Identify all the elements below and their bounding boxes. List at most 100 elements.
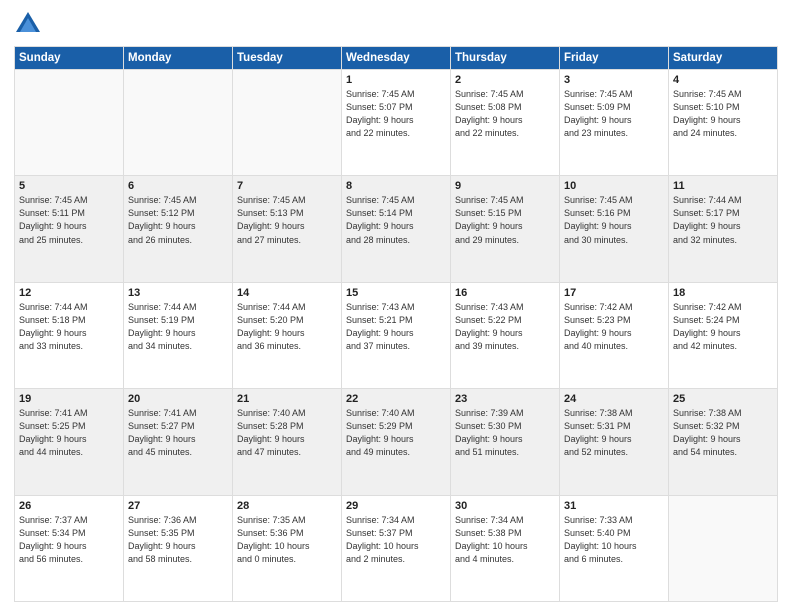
day-info: Sunrise: 7:45 AM Sunset: 5:08 PM Dayligh… [455, 88, 555, 140]
day-info: Sunrise: 7:38 AM Sunset: 5:31 PM Dayligh… [564, 407, 664, 459]
calendar-week-row: 5 Sunrise: 7:45 AM Sunset: 5:11 PM Daylig… [15, 176, 778, 282]
page: SundayMondayTuesdayWednesdayThursdayFrid… [0, 0, 792, 612]
calendar-cell: 17Sunrise: 7:42 AM Sunset: 5:23 PM Dayli… [560, 282, 669, 388]
day-info: Sunrise: 7:45 AM Sunset: 5:12 PM Dayligh… [128, 194, 228, 246]
day-number: 15 [346, 287, 446, 299]
day-info: Sunrise: 7:45 AM Sunset: 5:16 PM Dayligh… [564, 194, 664, 246]
weekday-header-friday: Friday [560, 47, 669, 70]
day-info: Sunrise: 7:42 AM Sunset: 5:24 PM Dayligh… [673, 301, 773, 353]
calendar-cell: 21 Sunrise: 7:40 AM Sunset: 5:28 PM Dayli… [233, 389, 342, 495]
calendar-cell: 31Sunrise: 7:33 AM Sunset: 5:40 PM Dayli… [560, 495, 669, 601]
day-number: 14 [237, 287, 337, 299]
weekday-header-wednesday: Wednesday [342, 47, 451, 70]
calendar-week-row: 26 Sunrise: 7:37 AM Sunset: 5:34 PM Dayli… [15, 495, 778, 601]
day-number: 2 [455, 74, 555, 86]
calendar-cell: 8 Sunrise: 7:45 AM Sunset: 5:14 PM Daylig… [342, 176, 451, 282]
day-number: 8 [346, 180, 446, 192]
calendar-cell: 1 Sunrise: 7:45 AM Sunset: 5:07 PM Daylig… [342, 70, 451, 176]
calendar-cell: 10 Sunrise: 7:45 AM Sunset: 5:16 PM Dayli… [560, 176, 669, 282]
calendar-cell: 6 Sunrise: 7:45 AM Sunset: 5:12 PM Daylig… [124, 176, 233, 282]
day-info: Sunrise: 7:45 AM Sunset: 5:11 PM Dayligh… [19, 194, 119, 246]
day-info: Sunrise: 7:41 AM Sunset: 5:25 PM Dayligh… [19, 407, 119, 459]
calendar-cell: 16 Sunrise: 7:43 AM Sunset: 5:22 PM Dayli… [451, 282, 560, 388]
calendar-week-row: 1 Sunrise: 7:45 AM Sunset: 5:07 PM Daylig… [15, 70, 778, 176]
day-number: 18 [673, 287, 773, 299]
calendar-cell: 29Sunrise: 7:34 AM Sunset: 5:37 PM Dayli… [342, 495, 451, 601]
calendar-cell: 26 Sunrise: 7:37 AM Sunset: 5:34 PM Dayli… [15, 495, 124, 601]
calendar-cell: 22 Sunrise: 7:40 AM Sunset: 5:29 PM Dayli… [342, 389, 451, 495]
day-info: Sunrise: 7:35 AM Sunset: 5:36 PM Dayligh… [237, 514, 337, 566]
day-info: Sunrise: 7:37 AM Sunset: 5:34 PM Dayligh… [19, 514, 119, 566]
day-number: 16 [455, 287, 555, 299]
day-number: 27 [128, 500, 228, 512]
weekday-header-thursday: Thursday [451, 47, 560, 70]
day-number: 21 [237, 393, 337, 405]
day-info: Sunrise: 7:40 AM Sunset: 5:28 PM Dayligh… [237, 407, 337, 459]
day-info: Sunrise: 7:38 AM Sunset: 5:32 PM Dayligh… [673, 407, 773, 459]
day-info: Sunrise: 7:42 AM Sunset: 5:23 PM Dayligh… [564, 301, 664, 353]
calendar-cell: 23 Sunrise: 7:39 AM Sunset: 5:30 PM Dayli… [451, 389, 560, 495]
calendar-cell: 14 Sunrise: 7:44 AM Sunset: 5:20 PM Dayli… [233, 282, 342, 388]
day-number: 20 [128, 393, 228, 405]
weekday-header-saturday: Saturday [669, 47, 778, 70]
calendar-cell: 25 Sunrise: 7:38 AM Sunset: 5:32 PM Dayli… [669, 389, 778, 495]
day-info: Sunrise: 7:45 AM Sunset: 5:13 PM Dayligh… [237, 194, 337, 246]
day-number: 9 [455, 180, 555, 192]
day-info: Sunrise: 7:36 AM Sunset: 5:35 PM Dayligh… [128, 514, 228, 566]
header [14, 10, 778, 38]
calendar-week-row: 19 Sunrise: 7:41 AM Sunset: 5:25 PM Dayli… [15, 389, 778, 495]
calendar-cell: 4Sunrise: 7:45 AM Sunset: 5:10 PM Daylig… [669, 70, 778, 176]
day-number: 3 [564, 74, 664, 86]
day-info: Sunrise: 7:45 AM Sunset: 5:07 PM Dayligh… [346, 88, 446, 140]
day-info: Sunrise: 7:44 AM Sunset: 5:19 PM Dayligh… [128, 301, 228, 353]
day-info: Sunrise: 7:44 AM Sunset: 5:17 PM Dayligh… [673, 194, 773, 246]
day-info: Sunrise: 7:40 AM Sunset: 5:29 PM Dayligh… [346, 407, 446, 459]
calendar-cell: 15 Sunrise: 7:43 AM Sunset: 5:21 PM Dayli… [342, 282, 451, 388]
day-info: Sunrise: 7:43 AM Sunset: 5:22 PM Dayligh… [455, 301, 555, 353]
day-number: 31 [564, 500, 664, 512]
day-info: Sunrise: 7:34 AM Sunset: 5:38 PM Dayligh… [455, 514, 555, 566]
calendar-cell: 9Sunrise: 7:45 AM Sunset: 5:15 PM Daylig… [451, 176, 560, 282]
calendar-cell: 5 Sunrise: 7:45 AM Sunset: 5:11 PM Daylig… [15, 176, 124, 282]
calendar-cell [124, 70, 233, 176]
day-number: 6 [128, 180, 228, 192]
day-info: Sunrise: 7:41 AM Sunset: 5:27 PM Dayligh… [128, 407, 228, 459]
calendar-cell: 11Sunrise: 7:44 AM Sunset: 5:17 PM Dayli… [669, 176, 778, 282]
calendar-cell: 24Sunrise: 7:38 AM Sunset: 5:31 PM Dayli… [560, 389, 669, 495]
day-number: 30 [455, 500, 555, 512]
calendar-cell: 28 Sunrise: 7:35 AM Sunset: 5:36 PM Dayli… [233, 495, 342, 601]
calendar-cell: 7Sunrise: 7:45 AM Sunset: 5:13 PM Daylig… [233, 176, 342, 282]
calendar-cell: 13 Sunrise: 7:44 AM Sunset: 5:19 PM Dayli… [124, 282, 233, 388]
day-number: 26 [19, 500, 119, 512]
weekday-header-sunday: Sunday [15, 47, 124, 70]
day-info: Sunrise: 7:45 AM Sunset: 5:14 PM Dayligh… [346, 194, 446, 246]
weekday-header-monday: Monday [124, 47, 233, 70]
day-number: 1 [346, 74, 446, 86]
day-number: 28 [237, 500, 337, 512]
weekday-header-row: SundayMondayTuesdayWednesdayThursdayFrid… [15, 47, 778, 70]
weekday-header-tuesday: Tuesday [233, 47, 342, 70]
calendar-cell: 30 Sunrise: 7:34 AM Sunset: 5:38 PM Dayli… [451, 495, 560, 601]
calendar-body: 1 Sunrise: 7:45 AM Sunset: 5:07 PM Daylig… [15, 70, 778, 602]
day-number: 22 [346, 393, 446, 405]
calendar-week-row: 12Sunrise: 7:44 AM Sunset: 5:18 PM Dayli… [15, 282, 778, 388]
calendar-cell: 27 Sunrise: 7:36 AM Sunset: 5:35 PM Dayli… [124, 495, 233, 601]
day-number: 13 [128, 287, 228, 299]
day-info: Sunrise: 7:43 AM Sunset: 5:21 PM Dayligh… [346, 301, 446, 353]
day-number: 5 [19, 180, 119, 192]
day-number: 10 [564, 180, 664, 192]
day-number: 12 [19, 287, 119, 299]
day-number: 25 [673, 393, 773, 405]
day-info: Sunrise: 7:34 AM Sunset: 5:37 PM Dayligh… [346, 514, 446, 566]
day-number: 23 [455, 393, 555, 405]
calendar-cell: 2 Sunrise: 7:45 AM Sunset: 5:08 PM Daylig… [451, 70, 560, 176]
day-info: Sunrise: 7:44 AM Sunset: 5:20 PM Dayligh… [237, 301, 337, 353]
day-number: 19 [19, 393, 119, 405]
day-info: Sunrise: 7:39 AM Sunset: 5:30 PM Dayligh… [455, 407, 555, 459]
calendar-cell [15, 70, 124, 176]
day-info: Sunrise: 7:45 AM Sunset: 5:09 PM Dayligh… [564, 88, 664, 140]
logo-icon [14, 10, 42, 38]
logo [14, 10, 46, 38]
calendar-header: SundayMondayTuesdayWednesdayThursdayFrid… [15, 47, 778, 70]
calendar-cell: 3 Sunrise: 7:45 AM Sunset: 5:09 PM Daylig… [560, 70, 669, 176]
